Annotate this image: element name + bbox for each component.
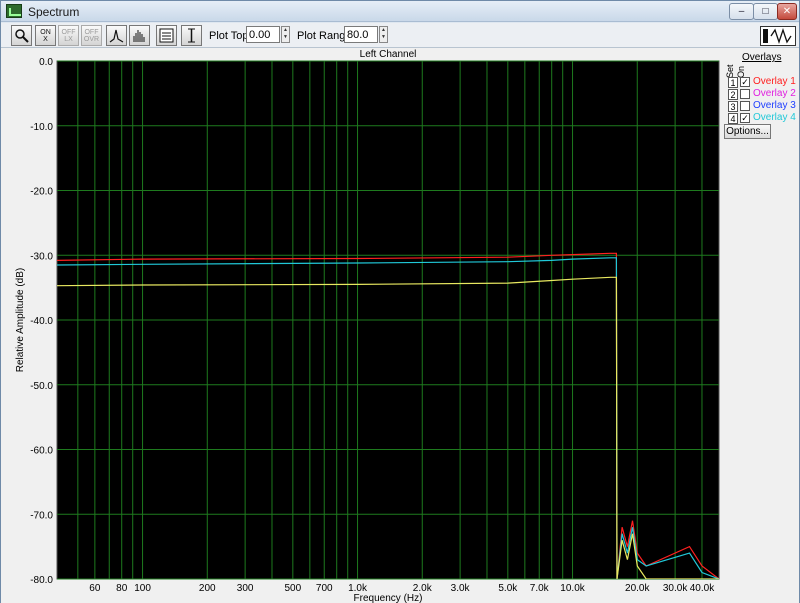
- off-lx-icon[interactable]: OFF LX: [58, 25, 79, 46]
- x-tick-label: 100: [134, 583, 151, 594]
- off-ovr-icon[interactable]: OFF OVR: [81, 25, 102, 46]
- window-title: Spectrum: [28, 5, 80, 19]
- x-tick-label: 200: [199, 583, 216, 594]
- plot-range-input[interactable]: [344, 26, 378, 43]
- spectrum-chart[interactable]: Left Channel 60 80 100 200 300 500 700 1.0k 2.0k 3…: [1, 48, 723, 603]
- cursor-icon[interactable]: [181, 25, 202, 46]
- off-ovr-label: OFF OVR: [83, 28, 100, 43]
- overlay-label-4: Overlay 4: [753, 112, 796, 123]
- x-tick-label: 80: [116, 583, 128, 594]
- options-button[interactable]: Options...: [724, 124, 771, 139]
- x-tick-label: 5.0k: [498, 583, 518, 594]
- scope-icon[interactable]: [760, 26, 796, 46]
- overlay-set-button-1[interactable]: 1: [728, 77, 738, 88]
- y-tick-label: -10.0: [30, 122, 53, 133]
- plot-range-spinner[interactable]: ▲ ▼: [379, 26, 388, 43]
- y-tick-label: -30.0: [30, 251, 53, 262]
- spectrum-window: Spectrum – □ ✕ ON X OFF LX OFF OVR Plot …: [0, 0, 800, 603]
- x-tick-label: 3.0k: [451, 583, 471, 594]
- chart-title: Left Channel: [360, 49, 417, 60]
- overlay-set-button-4[interactable]: 4: [728, 113, 738, 124]
- overlay-label-2: Overlay 2: [753, 88, 796, 99]
- y-tick-label: -60.0: [30, 446, 53, 457]
- on-x-label: ON X: [40, 28, 51, 43]
- x-tick-label: 300: [237, 583, 254, 594]
- y-tick-label: -20.0: [30, 187, 53, 198]
- y-tick-label: -70.0: [30, 510, 53, 521]
- close-button[interactable]: ✕: [777, 3, 797, 20]
- toolbar: ON X OFF LX OFF OVR Plot Top: ▲▼ Plot Ra…: [1, 23, 799, 48]
- x-tick-label: 20.0k: [625, 583, 650, 594]
- x-tick-label: 60: [89, 583, 101, 594]
- y-tick-label: -40.0: [30, 316, 53, 327]
- overlay-label-1: Overlay 1: [753, 76, 796, 87]
- zoom-icon[interactable]: [11, 25, 32, 46]
- overlays-title: Overlays: [742, 52, 782, 63]
- overlay-on-checkbox-2[interactable]: [740, 89, 750, 99]
- app-icon: [6, 4, 22, 18]
- x-tick-label: 10.0k: [560, 583, 585, 594]
- title-bar[interactable]: Spectrum – □ ✕: [1, 1, 799, 22]
- set-column-label: Set: [725, 64, 735, 78]
- x-axis-label: Frequency (Hz): [354, 593, 423, 603]
- overlay-on-checkbox-3[interactable]: [740, 101, 750, 111]
- x-tick-label: 30.0k: [663, 583, 688, 594]
- overlay-set-button-2[interactable]: 2: [728, 89, 738, 100]
- minimize-button[interactable]: –: [729, 3, 754, 20]
- overlay-on-checkbox-4[interactable]: ✓: [740, 113, 750, 123]
- maximize-button[interactable]: □: [753, 3, 778, 20]
- off-lx-label: OFF LX: [61, 28, 76, 43]
- list-icon[interactable]: [156, 25, 177, 46]
- y-tick-label: -80.0: [30, 575, 53, 586]
- overlay-panel: Overlays Set On 1 ✓ Overlay 1 2 Overlay 2 3 Ov…: [723, 48, 799, 603]
- bar-mode-icon[interactable]: [129, 25, 150, 46]
- on-x-icon[interactable]: ON X: [35, 25, 56, 46]
- x-tick-label: 7.0k: [530, 583, 550, 594]
- y-axis-label: Relative Amplitude (dB): [15, 268, 26, 373]
- x-tick-label: 500: [284, 583, 301, 594]
- x-tick-label: 40.0k: [690, 583, 715, 594]
- plot-top-spinner[interactable]: ▲ ▼: [281, 26, 290, 43]
- plot-top-input[interactable]: [246, 26, 280, 43]
- peak-mode-icon[interactable]: [106, 25, 127, 46]
- y-tick-label: -50.0: [30, 381, 53, 392]
- y-tick-label: 0.0: [39, 57, 53, 68]
- overlay-set-button-3[interactable]: 3: [728, 101, 738, 112]
- overlay-label-3: Overlay 3: [753, 100, 796, 111]
- overlay-on-checkbox-1[interactable]: ✓: [740, 77, 750, 87]
- x-tick-label: 700: [316, 583, 333, 594]
